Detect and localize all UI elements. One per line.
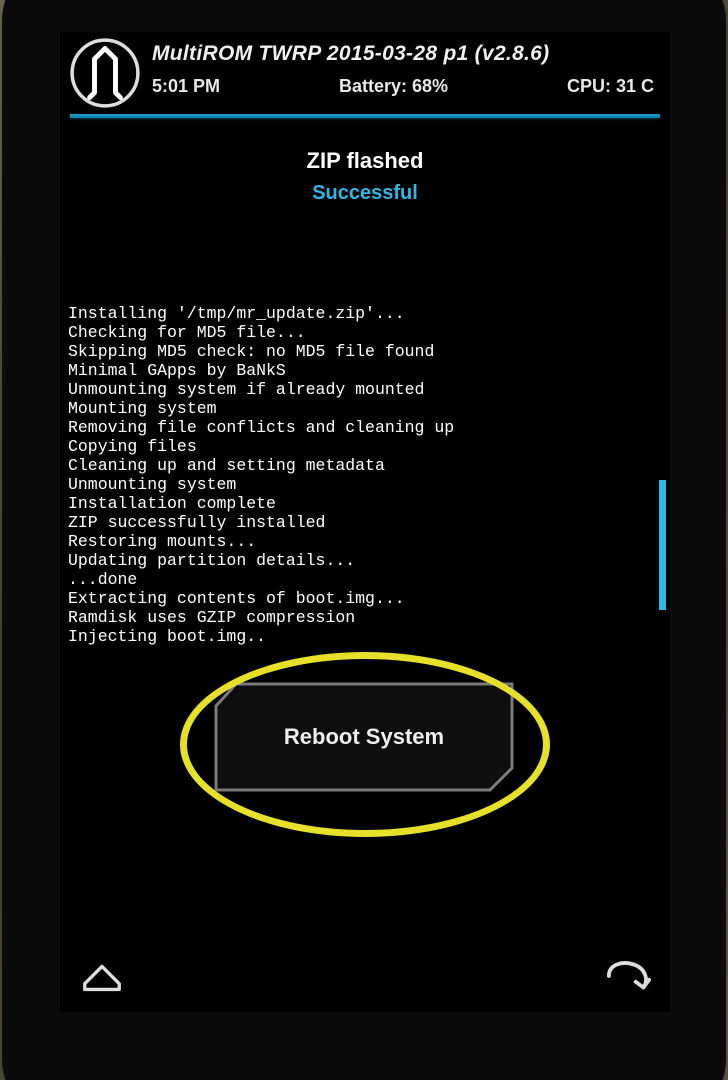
status-battery: Battery: 68% (339, 76, 448, 97)
phone-body: MultiROM TWRP 2015-03-28 p1 (v2.8.6) 5:0… (2, 0, 726, 1080)
log-panel[interactable]: Installing '/tmp/mr_update.zip'... Check… (64, 300, 670, 660)
phone-screen: MultiROM TWRP 2015-03-28 p1 (v2.8.6) 5:0… (60, 32, 670, 1012)
status-cpu: CPU: 31 C (567, 76, 654, 97)
log-output: Installing '/tmp/mr_update.zip'... Check… (64, 300, 670, 650)
scrollbar-thumb[interactable] (659, 480, 666, 610)
header-text: MultiROM TWRP 2015-03-28 p1 (v2.8.6) 5:0… (152, 38, 660, 97)
app-title: MultiROM TWRP 2015-03-28 p1 (v2.8.6) (152, 42, 660, 66)
twrp-logo-icon (70, 38, 140, 108)
status-row: 5:01 PM Battery: 68% CPU: 31 C (152, 76, 660, 97)
home-icon[interactable] (74, 948, 130, 1004)
reboot-system-button[interactable]: Reboot System (214, 682, 514, 792)
reboot-button-label: Reboot System (284, 724, 444, 750)
app-header: MultiROM TWRP 2015-03-28 p1 (v2.8.6) 5:0… (60, 32, 670, 108)
header-divider (70, 114, 660, 118)
back-icon[interactable] (600, 948, 656, 1004)
nav-bar (60, 940, 670, 1012)
result-heading: ZIP flashed Successful (60, 148, 670, 205)
flash-headline: ZIP flashed (60, 148, 670, 174)
flash-status: Successful (60, 182, 670, 205)
status-time: 5:01 PM (152, 76, 220, 97)
